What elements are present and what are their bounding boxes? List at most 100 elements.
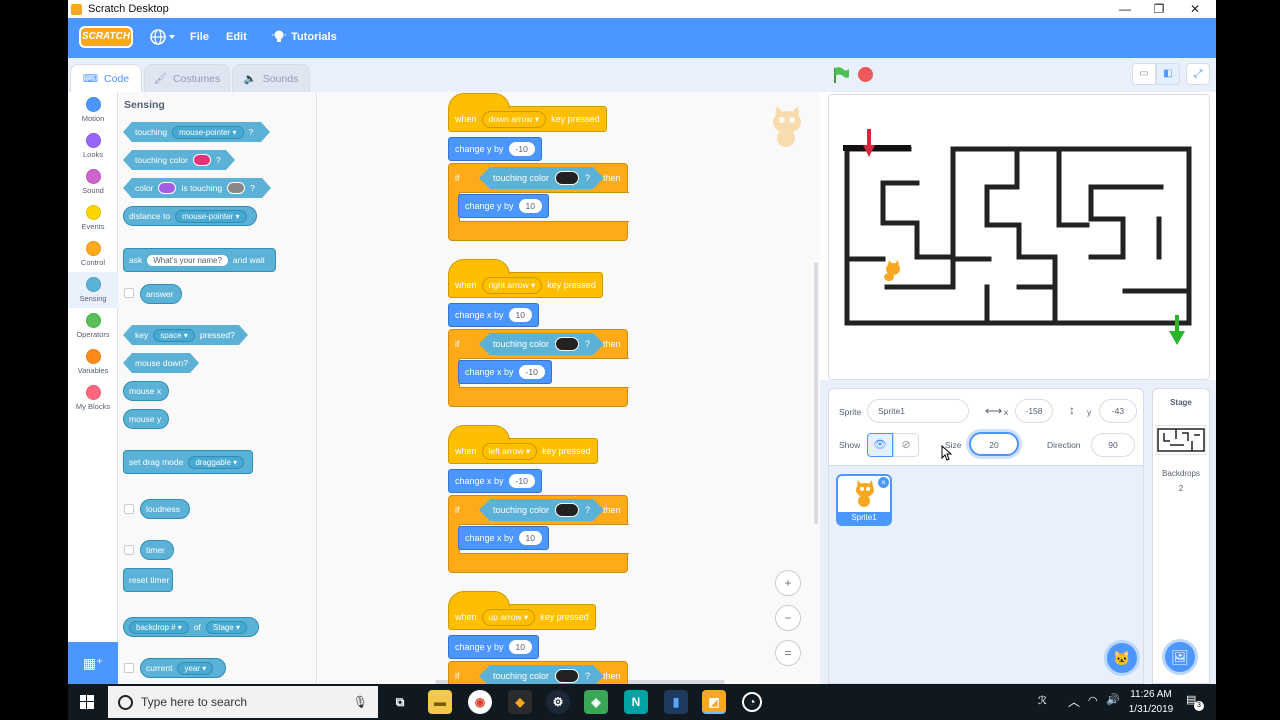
change-x-block[interactable]: change x by 10: [458, 526, 550, 550]
key-dropdown[interactable]: up arrow ▾: [481, 608, 536, 626]
delete-sprite-icon[interactable]: ×: [878, 477, 889, 488]
color-swatch[interactable]: [555, 669, 579, 683]
current-year-block[interactable]: current year ▾: [140, 658, 226, 678]
when-key-pressed-hat[interactable]: when down arrow ▾ key pressed: [448, 93, 607, 132]
change-amount-input[interactable]: -10: [508, 474, 535, 488]
change-x-block[interactable]: change x by 10: [448, 303, 540, 327]
cat-sprite[interactable]: [884, 260, 900, 281]
add-extension-button[interactable]: ▦⁺: [68, 642, 118, 684]
change-amount-input[interactable]: 10: [518, 531, 543, 545]
touching-color-block[interactable]: touching color?: [123, 150, 235, 170]
ask-input[interactable]: What's your name?: [147, 254, 228, 266]
category-operators[interactable]: Operators: [68, 308, 118, 344]
zoom-reset-button[interactable]: =: [775, 640, 801, 666]
notifications-icon[interactable]: ▤ 3: [1186, 693, 1204, 711]
when-key-pressed-hat[interactable]: when up arrow ▾ key pressed: [448, 591, 596, 630]
large-stage-button[interactable]: ◧: [1156, 63, 1180, 85]
zoom-out-button[interactable]: −: [775, 605, 801, 631]
mouse-down-block[interactable]: mouse down?: [123, 353, 199, 373]
change-amount-input[interactable]: 10: [508, 640, 533, 654]
ask-and-wait-block[interactable]: ask What's your name? and wait: [123, 248, 276, 272]
drag-mode-dropdown[interactable]: draggable ▾: [188, 455, 245, 469]
size-input[interactable]: 20: [969, 432, 1019, 456]
touching-color-condition[interactable]: touching color?: [479, 167, 604, 189]
current-year-checkbox[interactable]: [124, 663, 134, 673]
color-swatch[interactable]: [555, 503, 579, 517]
small-stage-button[interactable]: ▭: [1132, 63, 1156, 85]
category-variables[interactable]: Variables: [68, 344, 118, 380]
change-amount-input[interactable]: -10: [508, 142, 535, 156]
category-sensing[interactable]: Sensing: [68, 272, 118, 308]
answer-block[interactable]: answer: [140, 284, 182, 304]
color-swatch[interactable]: [555, 337, 579, 351]
color-swatch[interactable]: [158, 182, 176, 194]
y-input[interactable]: -43: [1099, 399, 1137, 423]
if-then-block[interactable]: if touching color? then: [448, 661, 628, 684]
category-motion[interactable]: Motion: [68, 92, 118, 128]
change-y-block[interactable]: change y by 10: [448, 635, 540, 659]
close-button[interactable]: ✕: [1185, 0, 1205, 18]
app-icon-2[interactable]: ◈: [584, 690, 608, 714]
distance-to-block[interactable]: distance to mouse-pointer ▾: [123, 206, 257, 226]
clock[interactable]: 11:26 AM 1/31/2019: [1126, 687, 1176, 717]
current-dropdown[interactable]: year ▾: [177, 661, 214, 675]
microphone-icon[interactable]: 🎙: [353, 695, 368, 709]
scratch-logo[interactable]: SCRATCH: [79, 26, 133, 48]
windows-start-icon[interactable]: [80, 695, 94, 709]
backdrop-of-stage-block[interactable]: backdrop # ▾ of Stage ▾: [123, 617, 259, 637]
show-visible-button[interactable]: 👁: [867, 433, 893, 457]
reset-timer-block[interactable]: reset timer: [123, 568, 173, 592]
stop-icon[interactable]: [858, 67, 873, 82]
sprite-name-input[interactable]: Sprite1: [867, 399, 969, 423]
category-control[interactable]: Control: [68, 236, 118, 272]
loudness-checkbox[interactable]: [124, 504, 134, 514]
language-menu[interactable]: [150, 29, 176, 48]
change-y-block[interactable]: change y by 10: [458, 194, 550, 218]
category-looks[interactable]: Looks: [68, 128, 118, 164]
mouse-y-block[interactable]: mouse y: [123, 409, 169, 429]
key-dropdown[interactable]: left arrow ▾: [481, 442, 538, 460]
x-input[interactable]: -158: [1015, 399, 1053, 423]
direction-input[interactable]: 90: [1091, 433, 1135, 457]
zoom-in-button[interactable]: +: [775, 570, 801, 596]
sprite-tile[interactable]: × Sprite1: [836, 474, 892, 526]
app-icon-n[interactable]: N: [624, 690, 648, 714]
app-icon-1[interactable]: ◆: [508, 690, 532, 714]
stage-dropdown[interactable]: Stage ▾: [205, 620, 248, 634]
app-icon-4[interactable]: ◔: [742, 692, 762, 712]
change-amount-input[interactable]: -10: [518, 365, 545, 379]
touching-block[interactable]: touching mouse-pointer ▾?: [123, 122, 270, 142]
touching-target-dropdown[interactable]: mouse-pointer ▾: [172, 126, 243, 139]
tab-costumes[interactable]: 🖌 Costumes: [144, 64, 230, 92]
taskbar-search[interactable]: Type here to search 🎙: [108, 686, 378, 718]
choose-backdrop-button[interactable]: 🖼: [1162, 639, 1198, 675]
app-icon-3[interactable]: ▮: [664, 690, 688, 714]
change-amount-input[interactable]: 10: [508, 308, 533, 322]
key-pressed-block[interactable]: key space ▾ pressed?: [123, 325, 248, 345]
steam-icon[interactable]: ⚙: [546, 690, 570, 714]
tutorials-menu[interactable]: Tutorials: [272, 29, 337, 45]
tray-chevron-icon[interactable]: ︿: [1068, 693, 1080, 710]
file-menu[interactable]: File: [190, 31, 209, 43]
color-touching-color-block[interactable]: color is touching?: [123, 178, 271, 198]
tab-code[interactable]: ⌨ Code: [70, 64, 142, 92]
backdrop-property-dropdown[interactable]: backdrop # ▾: [129, 620, 189, 634]
timer-checkbox[interactable]: [124, 545, 134, 555]
change-amount-input[interactable]: 10: [518, 199, 543, 213]
change-x-block[interactable]: change x by -10: [458, 360, 552, 384]
stage-selector[interactable]: Stage Backdrops 2 🖼: [1152, 388, 1210, 684]
script-area[interactable]: + − = when down arrow ▾ key pressed change …: [318, 92, 820, 684]
when-key-pressed-hat[interactable]: when left arrow ▾ key pressed: [448, 425, 598, 464]
color-swatch[interactable]: [555, 171, 579, 185]
category-sound[interactable]: Sound: [68, 164, 118, 200]
change-y-block[interactable]: change y by -10: [448, 137, 542, 161]
script-vertical-scrollbar[interactable]: [814, 262, 818, 524]
people-icon[interactable]: ℛ: [1038, 694, 1047, 707]
touching-color-condition[interactable]: touching color?: [479, 665, 604, 684]
answer-checkbox[interactable]: [124, 288, 134, 298]
file-explorer-icon[interactable]: ▬: [428, 690, 452, 714]
color-swatch[interactable]: [193, 154, 211, 166]
mouse-x-block[interactable]: mouse x: [123, 381, 169, 401]
tab-sounds[interactable]: 🔈 Sounds: [232, 64, 310, 92]
loudness-block[interactable]: loudness: [140, 499, 190, 519]
